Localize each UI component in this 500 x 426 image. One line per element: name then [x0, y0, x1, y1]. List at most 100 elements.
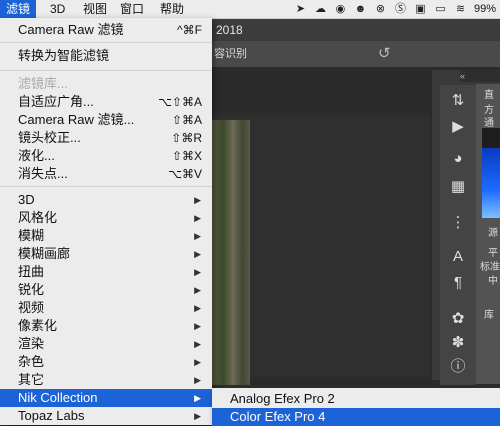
close-circle-icon[interactable]: ⊗ — [374, 3, 387, 16]
histogram-blue-channel — [482, 148, 500, 218]
menu-separator — [0, 42, 212, 43]
submenu-item-label: Analog Efex Pro 2 — [230, 391, 335, 406]
menu-item-label: 其它 — [18, 372, 45, 387]
menubar-item-help[interactable]: 帮助 — [154, 0, 190, 18]
play-icon[interactable]: ▶ — [440, 115, 476, 139]
layers-icon[interactable]: ▣ — [414, 3, 427, 16]
menu-item-label: 风格化 — [18, 210, 58, 225]
menubar-item-filter[interactable]: 滤镜 — [0, 0, 37, 18]
menu-item-distort[interactable]: 扭曲 ▶ — [0, 263, 212, 281]
nik-collection-submenu: Analog Efex Pro 2 Color Efex Pro 4 — [212, 388, 500, 426]
menu-item-label: 消失点... — [18, 166, 68, 181]
location-icon[interactable]: ➤ — [294, 3, 307, 16]
undo-icon[interactable]: ↺ — [378, 41, 391, 67]
creative-cloud-icon[interactable]: ☁ — [314, 3, 327, 16]
menu-item-shortcut: ⌥⌘V — [168, 167, 202, 181]
menu-item-camera-raw-filter[interactable]: Camera Raw 滤镜... ⇧⌘A — [0, 111, 212, 129]
menu-item-shortcut: ⌥⇧⌘A — [158, 95, 202, 109]
menubar-item-window[interactable]: 窗口 — [114, 0, 150, 18]
ps-panel-toolbar: ⇅ ▶ ◕ ▦ ⋮ A ¶ ✿ ✽ ⓘ — [440, 85, 476, 385]
menu-item-sharpen[interactable]: 锐化 ▶ — [0, 281, 212, 299]
submenu-arrow-icon: ▶ — [194, 339, 201, 349]
photo-strip — [212, 120, 250, 385]
menu-item-blur-gallery[interactable]: 模糊画廊 ▶ — [0, 245, 212, 263]
menu-item-label: 模糊 — [18, 228, 45, 243]
menu-item-render[interactable]: 渲染 ▶ — [0, 335, 212, 353]
menu-item-label: 视频 — [18, 300, 45, 315]
menu-item-label: 滤镜库... — [18, 76, 68, 91]
menu-item-label: 扭曲 — [18, 264, 45, 279]
menu-item-label: 液化... — [18, 148, 55, 163]
history-icon[interactable]: ⇅ — [440, 89, 476, 113]
submenu-arrow-icon: ▶ — [194, 303, 201, 313]
submenu-item-color-efex[interactable]: Color Efex Pro 4 — [212, 408, 500, 426]
panel-label-libraries: 库 — [484, 310, 494, 321]
menu-item-camera-raw-last[interactable]: Camera Raw 滤镜 ^⌘F — [0, 21, 212, 39]
menubar-item-view[interactable]: 视图 — [77, 0, 113, 18]
shapes-icon[interactable]: ✿ — [440, 307, 476, 331]
menu-item-liquify[interactable]: 液化... ⇧⌘X — [0, 147, 212, 165]
menu-item-label: 像素化 — [18, 318, 58, 333]
menubar-item-3d[interactable]: 3D — [44, 0, 71, 18]
dock-collapse-icon[interactable]: « — [460, 70, 500, 82]
menu-item-stylize[interactable]: 风格化 ▶ — [0, 209, 212, 227]
menu-item-shortcut: ⇧⌘A — [171, 113, 202, 127]
menu-item-3d[interactable]: 3D ▶ — [0, 191, 212, 209]
paragraph-icon[interactable]: ¶ — [440, 271, 476, 295]
submenu-arrow-icon: ▶ — [194, 213, 201, 223]
ps-window-title: 2018 — [212, 19, 500, 41]
ps-title-year: 2018 — [216, 23, 243, 37]
grid-icon[interactable]: ▦ — [440, 175, 476, 199]
menu-item-lens-correction[interactable]: 镜头校正... ⇧⌘R — [0, 129, 212, 147]
submenu-arrow-icon: ▶ — [194, 267, 201, 277]
panel-label-flat: 平 — [488, 248, 498, 259]
owl-icon[interactable]: ☻ — [354, 3, 367, 16]
adjustment-icon[interactable]: ⋮ — [440, 211, 476, 235]
wifi-icon[interactable]: ≋ — [454, 3, 467, 16]
menu-item-noise[interactable]: 杂色 ▶ — [0, 353, 212, 371]
s-icon[interactable]: Ⓢ — [394, 3, 407, 16]
submenu-arrow-icon: ▶ — [194, 393, 201, 403]
panel-label-middle: 中 — [488, 276, 498, 287]
panel-label-source: 源 — [488, 228, 498, 239]
menu-item-topaz-labs[interactable]: Topaz Labs ▶ — [0, 407, 212, 425]
menu-item-pixelate[interactable]: 像素化 ▶ — [0, 317, 212, 335]
panel-label-histogram: 直方 — [484, 90, 494, 116]
menu-item-shortcut: ⇧⌘R — [171, 131, 202, 145]
menu-item-nik-collection[interactable]: Nik Collection ▶ — [0, 389, 212, 407]
menu-item-shortcut: ⇧⌘X — [171, 149, 202, 163]
filter-menu: Camera Raw 滤镜 ^⌘F 转换为智能滤镜 滤镜库... 自适应广角..… — [0, 18, 212, 425]
menu-item-vanishing-point[interactable]: 消失点... ⌥⌘V — [0, 165, 212, 183]
text-character-icon[interactable]: A — [440, 245, 476, 269]
submenu-arrow-icon: ▶ — [194, 411, 201, 421]
menu-item-label: 模糊画廊 — [18, 246, 71, 261]
menu-item-label: 镜头校正... — [18, 130, 81, 145]
submenu-arrow-icon: ▶ — [194, 231, 201, 241]
panel-label-standard: 标准 — [480, 262, 500, 273]
menu-item-label: Topaz Labs — [18, 408, 85, 423]
color-palette-icon[interactable]: ◕ — [440, 147, 476, 171]
menu-item-video[interactable]: 视频 ▶ — [0, 299, 212, 317]
submenu-arrow-icon: ▶ — [194, 249, 201, 259]
menu-item-label: 锐化 — [18, 282, 45, 297]
options-text: 容识别 — [214, 48, 247, 60]
macos-menubar: 滤镜 3D 视图 窗口 帮助 ➤ ☁ ◉ ☻ ⊗ Ⓢ ▣ ▭ ≋ 99% — [0, 0, 500, 19]
submenu-item-analog-efex[interactable]: Analog Efex Pro 2 — [212, 390, 500, 408]
menu-item-adaptive-wide-angle[interactable]: 自适应广角... ⌥⇧⌘A — [0, 93, 212, 111]
airplay-icon[interactable]: ▭ — [434, 3, 447, 16]
ps-options-bar: 容识别 ↺ — [212, 41, 500, 67]
menu-item-label: Camera Raw 滤镜 — [18, 22, 124, 37]
histogram-graph — [482, 128, 500, 218]
menu-item-blur[interactable]: 模糊 ▶ — [0, 227, 212, 245]
submenu-arrow-icon: ▶ — [194, 321, 201, 331]
menu-item-label: 渲染 — [18, 336, 45, 351]
submenu-arrow-icon: ▶ — [194, 375, 201, 385]
menu-item-convert-smart-filter[interactable]: 转换为智能滤镜 — [0, 47, 212, 65]
game-controller-icon[interactable]: ◉ — [334, 3, 347, 16]
submenu-arrow-icon: ▶ — [194, 357, 201, 367]
menu-item-shortcut: ^⌘F — [177, 23, 202, 37]
info-icon[interactable]: ⓘ — [440, 355, 476, 379]
menu-item-other[interactable]: 其它 ▶ — [0, 371, 212, 389]
menu-item-label: 杂色 — [18, 354, 45, 369]
brush-settings-icon[interactable]: ✽ — [440, 331, 476, 355]
